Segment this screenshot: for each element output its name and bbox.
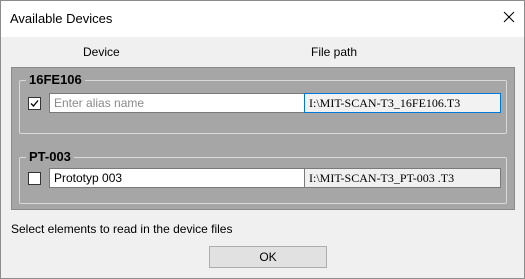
device-group-pt-003: PT-003 Prototyp 003 I:\MIT-SCAN-T3_PT-00… <box>19 149 507 204</box>
device-select-checkbox[interactable] <box>28 97 41 110</box>
title-bar: Available Devices <box>1 1 524 37</box>
window-title: Available Devices <box>10 11 113 26</box>
available-devices-dialog: Available Devices Device File path 16FE1… <box>0 0 525 279</box>
device-group-16fe106: 16FE106 Enter alias name I:\MIT-SCAN-T3_… <box>19 72 507 134</box>
device-select-checkbox[interactable] <box>28 172 41 185</box>
checkmark-icon <box>30 100 39 107</box>
alias-name-input[interactable]: Enter alias name <box>49 93 321 113</box>
close-icon[interactable] <box>502 10 516 24</box>
column-header-device: Device <box>83 45 120 59</box>
file-path-field[interactable]: I:\MIT-SCAN-T3_16FE106.T3 <box>304 93 501 113</box>
device-name: PT-003 <box>26 149 74 164</box>
device-list-panel: 16FE106 Enter alias name I:\MIT-SCAN-T3_… <box>11 67 515 210</box>
instruction-text: Select elements to read in the device fi… <box>11 222 233 236</box>
device-name: 16FE106 <box>26 72 85 87</box>
column-header-file-path: File path <box>311 45 358 59</box>
alias-name-input[interactable]: Prototyp 003 <box>49 168 321 188</box>
ok-button[interactable]: OK <box>209 246 327 268</box>
file-path-field[interactable]: I:\MIT-SCAN-T3_PT-003 .T3 <box>304 168 501 188</box>
